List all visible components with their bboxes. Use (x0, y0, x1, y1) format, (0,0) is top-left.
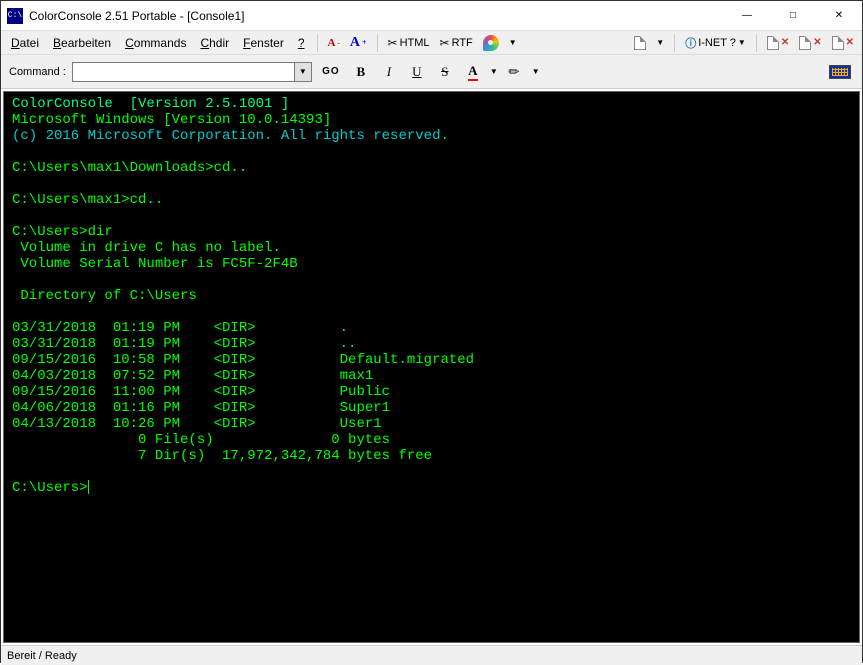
menubar: Datei Bearbeiten Commands Chdir Fenster … (1, 31, 862, 55)
keyboard-icon (829, 65, 851, 79)
menu-datei[interactable]: Datei (5, 34, 45, 52)
font-smaller-button[interactable]: A- (324, 35, 344, 51)
underline-button[interactable]: U (406, 62, 428, 82)
close-button[interactable]: ✕ (816, 1, 862, 31)
app-icon: C:\ (7, 8, 23, 24)
menu-commands[interactable]: Commands (119, 34, 192, 52)
pencil-icon: ✎ (505, 62, 524, 81)
go-button[interactable]: GO (318, 62, 344, 82)
close-tab-3-button[interactable]: ✕ (828, 34, 858, 52)
window-title: ColorConsole 2.51 Portable - [Console1] (29, 9, 724, 23)
status-text: Bereit / Ready (7, 650, 77, 662)
console-output[interactable]: ColorConsole [Version 2.5.1001 ] Microso… (3, 91, 860, 643)
dropdown-2[interactable]: ▼ (652, 36, 668, 49)
command-combobox[interactable]: ▼ (72, 62, 312, 82)
info-icon: ⓘ (685, 35, 696, 51)
text-color-button[interactable]: A (462, 62, 484, 82)
separator (377, 34, 378, 52)
highlight-dropdown[interactable]: ▼ (532, 67, 540, 76)
minimize-button[interactable]: — (724, 1, 770, 31)
document-icon (832, 36, 844, 50)
menu-help[interactable]: ? (292, 34, 311, 52)
command-input[interactable] (72, 62, 294, 82)
scissors-icon: ✂ (440, 36, 450, 50)
x-icon: ✕ (846, 37, 854, 48)
separator (756, 34, 757, 52)
x-icon: ✕ (781, 37, 789, 48)
titlebar: C:\ ColorConsole 2.51 Portable - [Consol… (1, 1, 862, 31)
scissors-icon: ✂ (388, 36, 398, 50)
bold-button[interactable]: B (350, 62, 372, 82)
command-toolbar: Command : ▼ GO B I U S A ▼ ✎ ▼ (1, 55, 862, 89)
keyboard-button[interactable] (826, 62, 854, 82)
document-icon (767, 36, 779, 50)
separator (674, 34, 675, 52)
x-icon: ✕ (813, 37, 821, 48)
maximize-button[interactable]: □ (770, 1, 816, 31)
palette-icon (483, 35, 499, 51)
font-larger-button[interactable]: A+ (346, 33, 371, 53)
close-tab-1-button[interactable]: ✕ (763, 34, 793, 52)
color-palette-button[interactable] (479, 33, 503, 53)
export-rtf-button[interactable]: ✂RTF (436, 34, 477, 52)
command-dropdown-button[interactable]: ▼ (294, 62, 312, 82)
statusbar: Bereit / Ready (1, 645, 862, 665)
close-tab-2-button[interactable]: ✕ (795, 34, 825, 52)
new-doc-button[interactable] (630, 34, 650, 52)
strike-button[interactable]: S (434, 62, 456, 82)
menu-chdir[interactable]: Chdir (194, 34, 235, 52)
text-color-dropdown[interactable]: ▼ (490, 67, 498, 76)
highlight-button[interactable]: ✎ (504, 62, 526, 82)
document-icon (634, 36, 646, 50)
menu-fenster[interactable]: Fenster (237, 34, 290, 52)
export-html-button[interactable]: ✂HTML (384, 34, 434, 52)
italic-button[interactable]: I (378, 62, 400, 82)
command-label: Command : (9, 66, 66, 78)
document-icon (799, 36, 811, 50)
separator (317, 34, 318, 52)
dropdown-1[interactable]: ▼ (505, 36, 521, 49)
menu-bearbeiten[interactable]: Bearbeiten (47, 34, 117, 52)
inet-button[interactable]: ⓘ I-NET ? ▼ (681, 33, 750, 53)
